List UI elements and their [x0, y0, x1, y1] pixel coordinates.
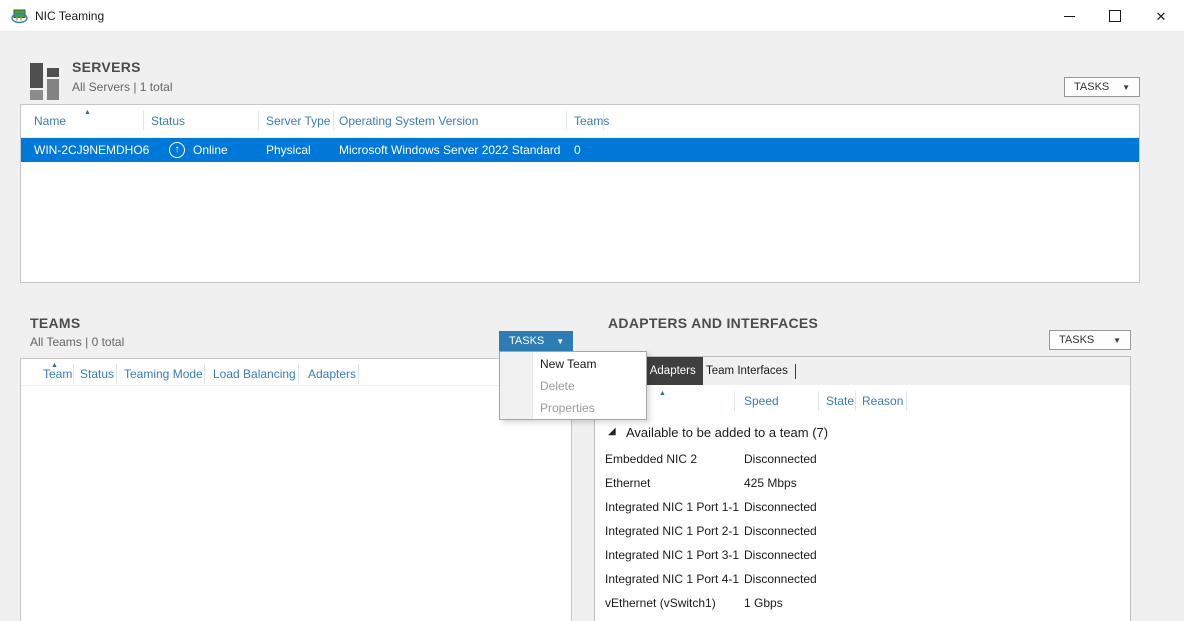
- teams-section-title: TEAMS: [30, 315, 81, 331]
- adapter-name: vEthernet (vSwitch1): [605, 596, 716, 610]
- minimize-button[interactable]: [1046, 0, 1092, 32]
- column-separator: [73, 364, 74, 384]
- tab-team-interfaces-label: Team Interfaces: [706, 365, 788, 377]
- chevron-down-icon: ▼: [1122, 83, 1130, 92]
- adapter-speed: 425 Mbps: [744, 476, 797, 490]
- teams-col-teaming-mode[interactable]: Teaming Mode: [124, 367, 203, 381]
- server-teams-count: 0: [574, 143, 581, 157]
- titlebar[interactable]: NIC Teaming ✕: [0, 0, 1184, 32]
- close-icon: ✕: [1156, 10, 1167, 23]
- adapter-name: Integrated NIC 1 Port 4-1: [605, 572, 739, 586]
- teams-section-subtitle: All Teams | 0 total: [30, 335, 124, 349]
- servers-col-status[interactable]: Status: [151, 114, 185, 128]
- group-expanded-icon: ◢: [608, 427, 616, 437]
- server-name: WIN-2CJ9NEMDHO6: [34, 143, 149, 157]
- column-separator: [855, 391, 856, 411]
- servers-section-subtitle: All Servers | 1 total: [72, 80, 173, 94]
- adapter-row[interactable]: Integrated NIC 1 Port 2-1 Disconnected: [595, 524, 1130, 546]
- servers-col-teams[interactable]: Teams: [574, 114, 609, 128]
- column-separator: [143, 111, 144, 130]
- adapter-speed: Disconnected: [744, 572, 817, 586]
- column-separator: [818, 391, 819, 411]
- window-controls: ✕: [1046, 0, 1184, 32]
- adapter-speed: Disconnected: [744, 548, 817, 562]
- chevron-down-icon: ▼: [1113, 336, 1121, 345]
- servers-col-server-type[interactable]: Server Type: [266, 114, 330, 128]
- adapters-col-speed[interactable]: Speed: [744, 394, 779, 408]
- menu-icon-gutter: [500, 352, 533, 419]
- adapter-row[interactable]: Ethernet 425 Mbps: [595, 476, 1130, 498]
- column-separator: [116, 364, 117, 384]
- servers-col-os-version[interactable]: Operating System Version: [339, 114, 478, 128]
- tab-divider: [795, 364, 796, 379]
- adapter-name: Embedded NIC 2: [605, 452, 697, 466]
- menu-item-properties[interactable]: Properties: [540, 401, 595, 415]
- header-divider: [21, 385, 571, 386]
- servers-tasks-label: TASKS: [1074, 81, 1109, 93]
- adapter-row[interactable]: Embedded NIC 2 Disconnected: [595, 452, 1130, 474]
- column-separator: [734, 391, 735, 411]
- adapter-row[interactable]: Integrated NIC 1 Port 3-1 Disconnected: [595, 548, 1130, 570]
- menu-item-new-team[interactable]: New Team: [540, 357, 596, 371]
- adapters-tasks-button[interactable]: TASKS ▼: [1049, 330, 1131, 350]
- servers-tile-icon: [30, 61, 64, 100]
- chevron-down-icon: ▼: [556, 337, 564, 346]
- servers-section-title: SERVERS: [72, 59, 141, 75]
- adapter-speed: Disconnected: [744, 452, 817, 466]
- teams-tasks-label: TASKS: [509, 335, 544, 347]
- tab-team-interfaces[interactable]: Team Interfaces: [699, 357, 803, 385]
- server-type: Physical: [266, 143, 311, 157]
- adapter-speed: Disconnected: [744, 500, 817, 514]
- column-separator: [258, 111, 259, 130]
- tasks-dropdown-menu: New Team Delete Properties: [499, 351, 647, 420]
- adapter-row[interactable]: Integrated NIC 1 Port 4-1 Disconnected: [595, 572, 1130, 594]
- adapter-name: Integrated NIC 1 Port 2-1: [605, 524, 739, 538]
- adapters-col-state[interactable]: State: [826, 394, 854, 408]
- minimize-icon: [1064, 16, 1075, 17]
- nic-teaming-window: NIC Teaming ✕ SERVERS All Servers | 1 to…: [0, 0, 1184, 621]
- adapters-tasks-label: TASKS: [1059, 334, 1094, 346]
- adapter-speed: 1 Gbps: [744, 596, 783, 610]
- column-separator: [566, 111, 567, 130]
- maximize-button[interactable]: [1092, 0, 1138, 32]
- adapter-row[interactable]: Integrated NIC 1 Port 1-1 Disconnected: [595, 500, 1130, 522]
- adapters-panel: Network Adapters Team Interfaces ▲ Speed…: [594, 356, 1131, 621]
- column-separator: [906, 391, 907, 411]
- maximize-icon: [1109, 10, 1121, 22]
- teams-col-load-balancing[interactable]: Load Balancing: [213, 367, 296, 381]
- adapters-section-title: ADAPTERS AND INTERFACES: [608, 315, 818, 331]
- server-status: Online: [193, 143, 228, 157]
- adapter-group-row[interactable]: ◢ Available to be added to a team (7): [595, 427, 1130, 447]
- server-row-selected[interactable]: WIN-2CJ9NEMDHO6 ↑ Online Physical Micros…: [21, 138, 1139, 162]
- window-title: NIC Teaming: [35, 9, 104, 23]
- teams-table: ▲ Team Status Teaming Mode Load Balancin…: [20, 358, 572, 621]
- teams-tasks-button[interactable]: TASKS ▼: [499, 331, 573, 351]
- adapters-list: ▲ Speed State Reason ◢ Available to be a…: [595, 385, 1130, 621]
- servers-col-name[interactable]: Name: [34, 114, 66, 128]
- column-separator: [603, 111, 604, 130]
- manageability-up-icon: ↑: [169, 142, 185, 158]
- adapters-col-reason[interactable]: Reason: [862, 394, 903, 408]
- servers-table: ▲ Name Status Server Type Operating Syst…: [20, 104, 1140, 283]
- sort-ascending-icon: ▲: [84, 109, 91, 116]
- column-separator: [204, 364, 205, 384]
- server-os-version: Microsoft Windows Server 2022 Standard: [339, 143, 560, 157]
- column-separator: [333, 111, 334, 130]
- servers-tasks-button[interactable]: TASKS ▼: [1064, 77, 1140, 97]
- column-separator: [358, 364, 359, 384]
- column-separator: [298, 364, 299, 384]
- adapter-name: Integrated NIC 1 Port 3-1: [605, 548, 739, 562]
- teams-col-team[interactable]: Team: [43, 367, 72, 381]
- menu-item-delete[interactable]: Delete: [540, 379, 575, 393]
- adapter-name: Integrated NIC 1 Port 1-1: [605, 500, 739, 514]
- sort-ascending-icon: ▲: [659, 390, 666, 397]
- adapter-name: Ethernet: [605, 476, 650, 490]
- adapter-speed: Disconnected: [744, 524, 817, 538]
- adapter-group-label: Available to be added to a team (7): [626, 425, 828, 440]
- nic-teaming-app-icon: [11, 8, 29, 24]
- teams-col-status[interactable]: Status: [80, 367, 114, 381]
- adapter-row[interactable]: vEthernet (vSwitch1) 1 Gbps: [595, 596, 1130, 618]
- teams-col-adapters[interactable]: Adapters: [308, 367, 356, 381]
- close-button[interactable]: ✕: [1138, 0, 1184, 32]
